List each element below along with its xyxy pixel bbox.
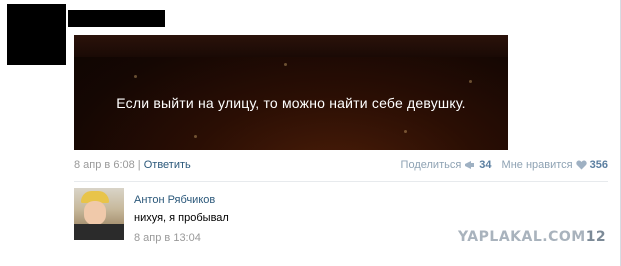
- comment-avatar[interactable]: [74, 188, 124, 240]
- bokeh-spark: [284, 63, 287, 66]
- bokeh-spark: [404, 130, 407, 133]
- comment-date[interactable]: 8 апр в 13:04: [134, 232, 201, 244]
- like-label: Мне нравится: [501, 159, 573, 171]
- bokeh-spark: [194, 135, 197, 138]
- comment-author[interactable]: Антон Рябчиков: [134, 194, 215, 206]
- comment-text: нихуя, я пробывал: [134, 212, 229, 224]
- share-count: 34: [479, 159, 492, 171]
- comment-like-count-partial: 12: [585, 229, 607, 245]
- like-count: 356: [589, 159, 608, 171]
- post-actions: Поделиться 34 Мне нравится 356: [401, 159, 608, 171]
- author-name-redacted[interactable]: [68, 10, 165, 27]
- image-top-band: [74, 35, 508, 57]
- megaphone-icon: [464, 160, 476, 170]
- like-button[interactable]: Мне нравится 356: [502, 159, 608, 171]
- comments-divider: [74, 181, 608, 182]
- reply-link[interactable]: Ответить: [144, 159, 191, 171]
- body-shape: [74, 224, 124, 240]
- share-label: Поделиться: [400, 159, 462, 171]
- post-image[interactable]: Если выйти на улицу, то можно найти себе…: [74, 35, 508, 150]
- bokeh-spark: [134, 75, 137, 78]
- heart-icon: [575, 160, 587, 170]
- bokeh-spark: [469, 80, 472, 83]
- image-caption: Если выйти на улицу, то можно найти себе…: [116, 95, 466, 111]
- meta-separator: |: [137, 159, 141, 171]
- wall-post: Если выйти на улицу, то можно найти себе…: [0, 0, 621, 266]
- share-button[interactable]: Поделиться 34: [401, 159, 492, 171]
- watermark-text: YAPLAKAL.COM: [458, 229, 586, 245]
- face-shape: [84, 201, 106, 225]
- post-meta: 8 апр в 6:08 | Ответить Поделиться 34 Мн…: [74, 159, 608, 173]
- site-watermark: YAPLAKAL.COM12: [458, 229, 606, 245]
- author-avatar-redacted[interactable]: [7, 4, 66, 65]
- post-date[interactable]: 8 апр в 6:08: [74, 159, 135, 171]
